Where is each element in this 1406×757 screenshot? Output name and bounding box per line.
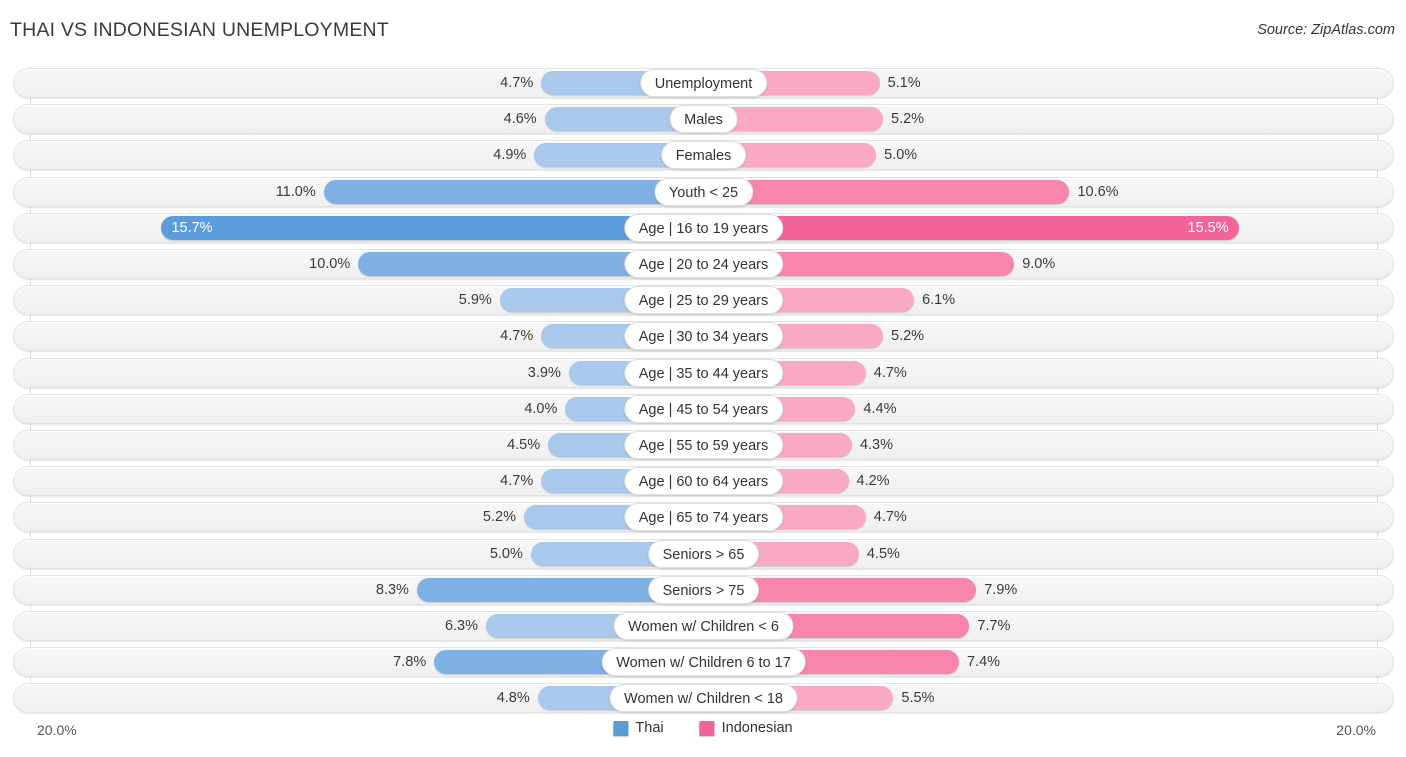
bar-value-thai: 4.7% (500, 473, 534, 490)
bar-indonesian[interactable] (703, 215, 1239, 240)
source-attribution: Source: ZipAtlas.com (1257, 22, 1395, 38)
bar-value-thai: 4.9% (493, 147, 527, 164)
bar-value-indonesian: 10.6% (1077, 183, 1119, 200)
bar-row: 4.7% 5.2% Age | 30 to 34 years (13, 321, 1394, 352)
category-pill[interactable]: Age | 55 to 59 years (623, 431, 784, 459)
bar-row: 5.2% 4.7% Age | 65 to 74 years (13, 502, 1394, 533)
bar-indonesian[interactable] (703, 179, 1070, 204)
category-pill[interactable]: Seniors > 65 (647, 539, 760, 568)
bar-thai[interactable] (323, 179, 704, 204)
bar-value-thai: 15.7% (171, 219, 213, 236)
bar-value-thai: 5.9% (458, 292, 492, 309)
bar-row: 4.6% 5.2% Males (13, 104, 1394, 135)
bar-row: 8.3% 7.9% Seniors > 75 (13, 574, 1394, 605)
bar-value-indonesian: 5.1% (887, 75, 921, 91)
bar-row: 4.0% 4.4% Age | 45 to 54 years (13, 393, 1394, 424)
page-title: THAI VS INDONESIAN UNEMPLOYMENT (10, 19, 389, 41)
bar-row: 15.7% 15.5% Age | 16 to 19 years (13, 212, 1394, 243)
bar-value-thai: 4.0% (524, 400, 558, 417)
bar-value-thai: 4.8% (496, 690, 530, 707)
bar-row: 4.7% 5.1% Unemployment (13, 68, 1394, 98)
category-pill[interactable]: Females (660, 141, 747, 170)
category-pill[interactable]: Age | 20 to 24 years (623, 250, 784, 278)
category-pill[interactable]: Age | 35 to 44 years (623, 358, 784, 387)
bar-value-thai: 4.7% (500, 328, 534, 345)
bar-row: 4.9% 5.0% Females (13, 140, 1394, 171)
bar-value-indonesian: 15.5% (1187, 219, 1229, 236)
legend-swatch-thai (613, 720, 629, 736)
bar-row: 10.0% 9.0% Age | 20 to 24 years (13, 249, 1394, 279)
legend-swatch-indonesian (699, 720, 715, 736)
bar-value-thai: 5.2% (482, 509, 516, 526)
bar-row: 7.8% 7.4% Women w/ Children 6 to 17 (13, 647, 1394, 678)
bar-row: 4.5% 4.3% Age | 55 to 59 years (13, 430, 1394, 460)
bar-value-indonesian: 4.5% (866, 545, 900, 562)
bar-value-indonesian: 5.2% (891, 328, 925, 345)
legend-item-indonesian[interactable]: Indonesian (699, 720, 793, 736)
axis-label-right: 20.0% (1336, 722, 1376, 738)
bar-value-thai: 10.0% (309, 256, 351, 272)
category-pill[interactable]: Age | 45 to 54 years (623, 394, 784, 423)
bar-value-thai: 4.6% (503, 111, 537, 128)
category-pill[interactable]: Women w/ Children < 6 (613, 612, 794, 640)
axis-label-left: 20.0% (37, 722, 77, 738)
bar-value-indonesian: 5.2% (891, 111, 925, 128)
bar-value-indonesian: 7.7% (977, 618, 1011, 634)
bar-value-thai: 4.5% (507, 437, 541, 453)
legend-label-thai: Thai (635, 720, 664, 736)
category-pill[interactable]: Age | 65 to 74 years (623, 503, 784, 532)
legend: Thai Indonesian (613, 720, 793, 736)
bar-value-thai: 8.3% (375, 581, 409, 598)
category-pill[interactable]: Unemployment (639, 69, 768, 97)
bar-thai[interactable] (161, 215, 704, 240)
bar-row: 6.3% 7.7% Women w/ Children < 6 (13, 611, 1394, 641)
bar-value-indonesian: 4.3% (859, 437, 894, 453)
category-pill[interactable]: Males (669, 105, 738, 134)
bar-value-thai: 4.7% (500, 75, 534, 91)
category-pill[interactable]: Seniors > 75 (647, 575, 760, 604)
category-pill[interactable]: Age | 30 to 34 years (623, 322, 784, 351)
bar-row: 5.9% 6.1% Age | 25 to 29 years (13, 285, 1394, 316)
bar-value-thai: 3.9% (527, 364, 561, 381)
bar-row: 5.0% 4.5% Seniors > 65 (13, 538, 1394, 569)
category-pill[interactable]: Women w/ Children 6 to 17 (601, 648, 806, 677)
bar-row: 4.8% 5.5% Women w/ Children < 18 (13, 683, 1394, 714)
bar-value-indonesian: 4.2% (856, 473, 890, 490)
plot-area: 4.7% 5.1% Unemployment 4.6% 5.2% Males 4.9% 5.0… (0, 66, 1406, 717)
category-pill[interactable]: Age | 60 to 64 years (623, 467, 784, 496)
bar-value-indonesian: 5.0% (884, 147, 918, 164)
bar-value-indonesian: 5.5% (901, 690, 935, 707)
bar-value-indonesian: 7.9% (984, 581, 1018, 598)
bar-row: 11.0% 10.6% Youth < 25 (13, 176, 1394, 207)
chart-root: THAI VS INDONESIAN UNEMPLOYMENT Source: … (0, 0, 1406, 757)
bar-row: 3.9% 4.7% Age | 35 to 44 years (13, 357, 1394, 388)
bar-value-indonesian: 6.1% (922, 292, 956, 309)
bar-value-thai: 7.8% (393, 654, 427, 671)
bar-value-thai: 5.0% (489, 545, 523, 562)
category-pill[interactable]: Age | 25 to 29 years (623, 286, 784, 315)
bar-value-indonesian: 4.4% (863, 400, 897, 417)
legend-label-indonesian: Indonesian (721, 720, 793, 736)
bar-value-thai: 6.3% (444, 618, 478, 634)
legend-item-thai[interactable]: Thai (613, 720, 664, 736)
category-pill[interactable]: Age | 16 to 19 years (623, 213, 784, 242)
category-pill[interactable]: Women w/ Children < 18 (609, 684, 798, 713)
bar-value-indonesian: 9.0% (1022, 256, 1056, 272)
bar-value-thai: 11.0% (275, 183, 316, 200)
bar-value-indonesian: 7.4% (966, 654, 1001, 671)
bar-row: 4.7% 4.2% Age | 60 to 64 years (13, 466, 1394, 497)
category-pill[interactable]: Youth < 25 (653, 177, 754, 206)
bar-value-indonesian: 4.7% (873, 509, 907, 526)
bar-value-indonesian: 4.7% (873, 364, 907, 381)
